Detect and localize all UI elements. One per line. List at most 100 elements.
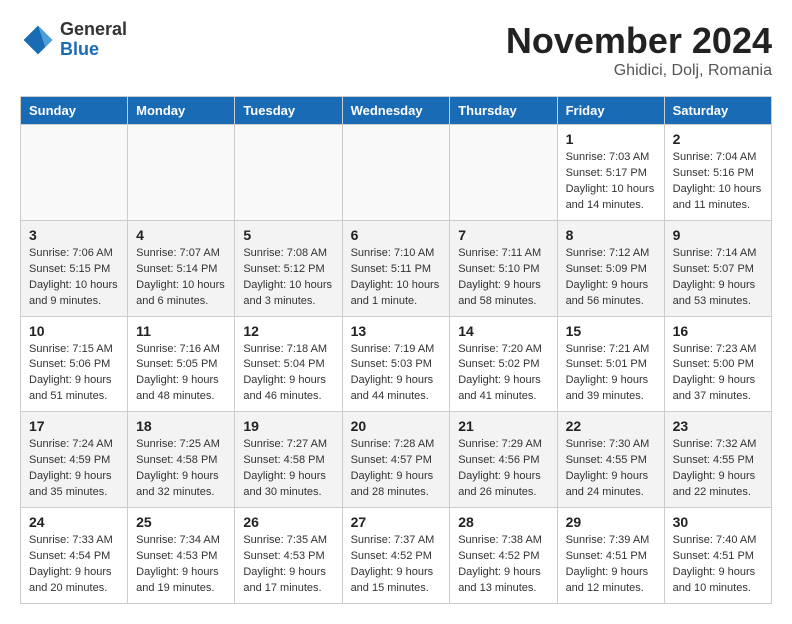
day-info: Sunrise: 7:39 AM Sunset: 4:51 PM Dayligh… (566, 533, 656, 597)
calendar-table: SundayMondayTuesdayWednesdayThursdayFrid… (20, 96, 772, 604)
calendar-cell: 10 Sunrise: 7:15 AM Sunset: 5:06 PM Dayli… (21, 316, 128, 412)
day-info: Sunrise: 7:10 AM Sunset: 5:11 PM Dayligh… (351, 246, 442, 310)
weekday-header-row: SundayMondayTuesdayWednesdayThursdayFrid… (21, 97, 772, 125)
weekday-header-saturday: Saturday (664, 97, 771, 125)
calendar-cell: 11 Sunrise: 7:16 AM Sunset: 5:05 PM Dayli… (128, 316, 235, 412)
calendar-cell: 15Sunrise: 7:21 AM Sunset: 5:01 PM Dayli… (557, 316, 664, 412)
title-block: November 2024 Ghidici, Dolj, Romania (506, 20, 772, 80)
weekday-header-tuesday: Tuesday (235, 97, 342, 125)
calendar-cell: 27Sunrise: 7:37 AM Sunset: 4:52 PM Dayli… (342, 508, 450, 604)
calendar-cell: 29 Sunrise: 7:39 AM Sunset: 4:51 PM Dayli… (557, 508, 664, 604)
day-number: 30 (673, 514, 763, 530)
calendar-cell: 7Sunrise: 7:11 AM Sunset: 5:10 PM Daylig… (450, 220, 557, 316)
day-info: Sunrise: 7:40 AM Sunset: 4:51 PM Dayligh… (673, 533, 763, 597)
calendar-cell: 16 Sunrise: 7:23 AM Sunset: 5:00 PM Dayli… (664, 316, 771, 412)
day-info: Sunrise: 7:11 AM Sunset: 5:10 PM Dayligh… (458, 246, 548, 310)
calendar-cell (128, 125, 235, 221)
weekday-header-wednesday: Wednesday (342, 97, 450, 125)
day-number: 12 (243, 323, 333, 339)
day-number: 26 (243, 514, 333, 530)
weekday-header-sunday: Sunday (21, 97, 128, 125)
day-info: Sunrise: 7:06 AM Sunset: 5:15 PM Dayligh… (29, 246, 119, 310)
calendar-cell: 18Sunrise: 7:25 AM Sunset: 4:58 PM Dayli… (128, 412, 235, 508)
day-number: 20 (351, 418, 442, 434)
day-number: 17 (29, 418, 119, 434)
day-number: 28 (458, 514, 548, 530)
day-number: 5 (243, 227, 333, 243)
day-number: 25 (136, 514, 226, 530)
day-number: 8 (566, 227, 656, 243)
day-info: Sunrise: 7:34 AM Sunset: 4:53 PM Dayligh… (136, 533, 226, 597)
logo-text: General Blue (60, 20, 127, 60)
day-number: 1 (566, 131, 656, 147)
day-info: Sunrise: 7:30 AM Sunset: 4:55 PM Dayligh… (566, 437, 656, 501)
day-info: Sunrise: 7:37 AM Sunset: 4:52 PM Dayligh… (351, 533, 442, 597)
day-info: Sunrise: 7:24 AM Sunset: 4:59 PM Dayligh… (29, 437, 119, 501)
day-number: 13 (351, 323, 442, 339)
day-info: Sunrise: 7:29 AM Sunset: 4:56 PM Dayligh… (458, 437, 548, 501)
location: Ghidici, Dolj, Romania (506, 62, 772, 80)
weekday-header-friday: Friday (557, 97, 664, 125)
calendar-cell (235, 125, 342, 221)
day-number: 29 (566, 514, 656, 530)
calendar-cell: 8Sunrise: 7:12 AM Sunset: 5:09 PM Daylig… (557, 220, 664, 316)
page-header: General Blue November 2024 Ghidici, Dolj… (20, 20, 772, 80)
day-info: Sunrise: 7:27 AM Sunset: 4:58 PM Dayligh… (243, 437, 333, 501)
calendar-cell: 28 Sunrise: 7:38 AM Sunset: 4:52 PM Dayli… (450, 508, 557, 604)
calendar-cell: 21Sunrise: 7:29 AM Sunset: 4:56 PM Dayli… (450, 412, 557, 508)
logo: General Blue (20, 20, 127, 60)
calendar-cell (342, 125, 450, 221)
calendar-cell: 1 Sunrise: 7:03 AM Sunset: 5:17 PM Daylig… (557, 125, 664, 221)
calendar-cell: 17 Sunrise: 7:24 AM Sunset: 4:59 PM Dayli… (21, 412, 128, 508)
calendar-cell: 4 Sunrise: 7:07 AM Sunset: 5:14 PM Daylig… (128, 220, 235, 316)
week-row-4: 17 Sunrise: 7:24 AM Sunset: 4:59 PM Dayli… (21, 412, 772, 508)
day-number: 11 (136, 323, 226, 339)
weekday-header-thursday: Thursday (450, 97, 557, 125)
calendar-cell: 6 Sunrise: 7:10 AM Sunset: 5:11 PM Daylig… (342, 220, 450, 316)
day-number: 9 (673, 227, 763, 243)
day-number: 2 (673, 131, 763, 147)
day-info: Sunrise: 7:16 AM Sunset: 5:05 PM Dayligh… (136, 342, 226, 406)
day-number: 6 (351, 227, 442, 243)
day-info: Sunrise: 7:28 AM Sunset: 4:57 PM Dayligh… (351, 437, 442, 501)
calendar-cell (21, 125, 128, 221)
day-info: Sunrise: 7:19 AM Sunset: 5:03 PM Dayligh… (351, 342, 442, 406)
day-info: Sunrise: 7:32 AM Sunset: 4:55 PM Dayligh… (673, 437, 763, 501)
day-number: 10 (29, 323, 119, 339)
calendar-cell: 22Sunrise: 7:30 AM Sunset: 4:55 PM Dayli… (557, 412, 664, 508)
week-row-5: 24Sunrise: 7:33 AM Sunset: 4:54 PM Dayli… (21, 508, 772, 604)
day-info: Sunrise: 7:03 AM Sunset: 5:17 PM Dayligh… (566, 150, 656, 214)
calendar-cell: 9 Sunrise: 7:14 AM Sunset: 5:07 PM Daylig… (664, 220, 771, 316)
day-info: Sunrise: 7:14 AM Sunset: 5:07 PM Dayligh… (673, 246, 763, 310)
day-info: Sunrise: 7:15 AM Sunset: 5:06 PM Dayligh… (29, 342, 119, 406)
week-row-3: 10 Sunrise: 7:15 AM Sunset: 5:06 PM Dayli… (21, 316, 772, 412)
day-info: Sunrise: 7:07 AM Sunset: 5:14 PM Dayligh… (136, 246, 226, 310)
calendar-cell: 20 Sunrise: 7:28 AM Sunset: 4:57 PM Dayli… (342, 412, 450, 508)
day-number: 14 (458, 323, 548, 339)
day-number: 3 (29, 227, 119, 243)
day-number: 24 (29, 514, 119, 530)
week-row-1: 1 Sunrise: 7:03 AM Sunset: 5:17 PM Daylig… (21, 125, 772, 221)
day-number: 23 (673, 418, 763, 434)
calendar-cell: 19Sunrise: 7:27 AM Sunset: 4:58 PM Dayli… (235, 412, 342, 508)
calendar-cell: 12 Sunrise: 7:18 AM Sunset: 5:04 PM Dayli… (235, 316, 342, 412)
day-info: Sunrise: 7:18 AM Sunset: 5:04 PM Dayligh… (243, 342, 333, 406)
calendar-cell: 26Sunrise: 7:35 AM Sunset: 4:53 PM Dayli… (235, 508, 342, 604)
day-number: 16 (673, 323, 763, 339)
weekday-header-monday: Monday (128, 97, 235, 125)
calendar-cell: 3 Sunrise: 7:06 AM Sunset: 5:15 PM Daylig… (21, 220, 128, 316)
day-info: Sunrise: 7:20 AM Sunset: 5:02 PM Dayligh… (458, 342, 548, 406)
calendar-cell: 23 Sunrise: 7:32 AM Sunset: 4:55 PM Dayli… (664, 412, 771, 508)
day-info: Sunrise: 7:23 AM Sunset: 5:00 PM Dayligh… (673, 342, 763, 406)
week-row-2: 3 Sunrise: 7:06 AM Sunset: 5:15 PM Daylig… (21, 220, 772, 316)
day-number: 15 (566, 323, 656, 339)
calendar-cell: 5 Sunrise: 7:08 AM Sunset: 5:12 PM Daylig… (235, 220, 342, 316)
logo-icon (20, 22, 56, 58)
month-title: November 2024 (506, 20, 772, 62)
calendar-cell: 25 Sunrise: 7:34 AM Sunset: 4:53 PM Dayli… (128, 508, 235, 604)
day-info: Sunrise: 7:08 AM Sunset: 5:12 PM Dayligh… (243, 246, 333, 310)
day-info: Sunrise: 7:38 AM Sunset: 4:52 PM Dayligh… (458, 533, 548, 597)
calendar-cell: 30 Sunrise: 7:40 AM Sunset: 4:51 PM Dayli… (664, 508, 771, 604)
calendar-cell: 14 Sunrise: 7:20 AM Sunset: 5:02 PM Dayli… (450, 316, 557, 412)
day-number: 4 (136, 227, 226, 243)
